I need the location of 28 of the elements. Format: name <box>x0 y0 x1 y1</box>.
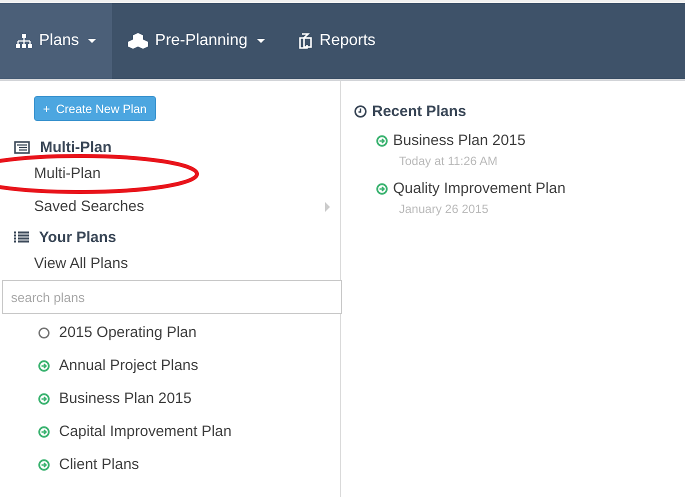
hierarchy-icon <box>16 34 32 48</box>
plan-link[interactable]: Business Plan 2015 <box>393 132 526 149</box>
nav-label: Plans <box>39 32 80 50</box>
menu-item[interactable]: View All Plans <box>0 247 340 280</box>
menu-item[interactable]: Saved Searches <box>0 190 340 223</box>
plan-date: January 26 2015 <box>399 202 490 216</box>
nav-label: Reports <box>320 32 376 50</box>
plan-date: Today at 11:26 AM <box>399 154 499 168</box>
plan-link[interactable]: 2015 Operating Plan <box>59 324 197 341</box>
plan-link[interactable]: Quality Improvement Plan <box>393 180 566 197</box>
plan-link[interactable]: Annual Project Plans <box>59 357 198 374</box>
nav-label: Pre-Planning <box>155 32 248 50</box>
nav-tab[interactable]: Plans <box>0 3 112 79</box>
plan-link[interactable]: Capital Improvement Plan <box>59 423 232 440</box>
section-title: Recent Plans <box>372 103 466 120</box>
nav-tab[interactable]: Reports <box>280 3 392 79</box>
list-icon <box>14 230 29 244</box>
search-field[interactable]: search plans <box>2 280 342 314</box>
clock-icon <box>354 105 367 118</box>
section-title: Your Plans <box>39 228 116 246</box>
nav-tab[interactable]: Pre-Planning <box>112 3 281 79</box>
plan-link[interactable]: Business Plan 2015 <box>59 390 192 407</box>
plan-link[interactable]: Client Plans <box>59 456 140 473</box>
menu-item[interactable]: Multi-Plan <box>0 157 340 190</box>
documents-icon <box>296 33 313 49</box>
list-window-icon <box>14 140 30 154</box>
section-title: Multi-Plan <box>40 138 112 156</box>
plus-icon: + <box>43 102 50 116</box>
